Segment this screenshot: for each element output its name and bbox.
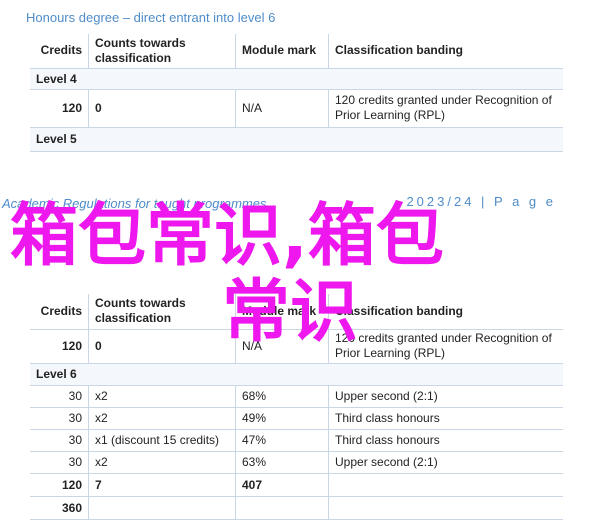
table-row: 30 x1 (discount 15 credits) 47% Third cl… bbox=[30, 429, 563, 452]
total-row: 120 7 407 bbox=[30, 473, 563, 497]
header-counts: Counts towards classification bbox=[88, 34, 236, 69]
level-4-label: Level 4 bbox=[30, 68, 563, 90]
cell-counts: x2 bbox=[88, 407, 236, 430]
cell-mark: 63% bbox=[235, 451, 329, 474]
cell-counts: 0 bbox=[88, 329, 236, 364]
cell-banding: 120 credits granted under Recognition of… bbox=[328, 329, 563, 364]
total-credits: 120 bbox=[30, 473, 89, 497]
cell-counts: x2 bbox=[88, 385, 236, 408]
table-row: 30 x2 63% Upper second (2:1) bbox=[30, 451, 563, 474]
level-row: Level 4 bbox=[30, 68, 563, 90]
cell-counts: x2 bbox=[88, 451, 236, 474]
level-row: Level 6 bbox=[30, 363, 563, 386]
cell-banding: Upper second (2:1) bbox=[328, 451, 563, 474]
header-banding: Classification banding bbox=[328, 34, 563, 69]
cell-mark: 47% bbox=[235, 429, 329, 452]
level-6-label: Level 6 bbox=[30, 363, 563, 386]
level-row: Level 5 bbox=[30, 127, 563, 152]
total-banding bbox=[328, 473, 563, 497]
header-credits: Credits bbox=[30, 34, 89, 69]
cell-credits: 30 bbox=[30, 385, 89, 408]
cell-banding: 120 credits granted under Recognition of… bbox=[328, 89, 563, 128]
overlay-text-line-2: 常识 bbox=[222, 273, 359, 352]
header-counts: Counts towards classification bbox=[88, 294, 236, 330]
table-row: 120 0 N/A 120 credits granted under Reco… bbox=[30, 89, 563, 128]
grand-total-row: 360 bbox=[30, 496, 563, 520]
table-row: 30 x2 49% Third class honours bbox=[30, 407, 563, 430]
cell-banding: Third class honours bbox=[328, 429, 563, 452]
cell-counts: x1 (discount 15 credits) bbox=[88, 429, 236, 452]
total-counts: 7 bbox=[88, 473, 236, 497]
cell-mark: 49% bbox=[235, 407, 329, 430]
cell-banding: Third class honours bbox=[328, 407, 563, 430]
header-mark: Module mark bbox=[235, 34, 329, 69]
cell-credits: 120 bbox=[30, 89, 89, 128]
cell-mark: 68% bbox=[235, 385, 329, 408]
table-header-row: Credits Counts towards classification Mo… bbox=[30, 34, 563, 69]
top-classification-table: Credits Counts towards classification Mo… bbox=[30, 34, 563, 152]
cell-counts: 0 bbox=[88, 89, 236, 128]
total-mark: 407 bbox=[235, 473, 329, 497]
table-row: 30 x2 68% Upper second (2:1) bbox=[30, 385, 563, 408]
level-5-label: Level 5 bbox=[30, 127, 563, 152]
cell-mark: N/A bbox=[235, 89, 329, 128]
cell-credits: 30 bbox=[30, 429, 89, 452]
header-credits: Credits bbox=[30, 294, 89, 330]
cell-credits: 120 bbox=[30, 329, 89, 364]
cell-banding: Upper second (2:1) bbox=[328, 385, 563, 408]
overlay-text-line-1: 箱包常识,箱包 bbox=[10, 197, 444, 276]
cell-credits: 30 bbox=[30, 407, 89, 430]
cell-credits: 30 bbox=[30, 451, 89, 474]
grand-total-credits: 360 bbox=[30, 496, 89, 520]
header-banding: Classification banding bbox=[328, 294, 563, 330]
section-heading: Honours degree – direct entrant into lev… bbox=[26, 10, 276, 25]
